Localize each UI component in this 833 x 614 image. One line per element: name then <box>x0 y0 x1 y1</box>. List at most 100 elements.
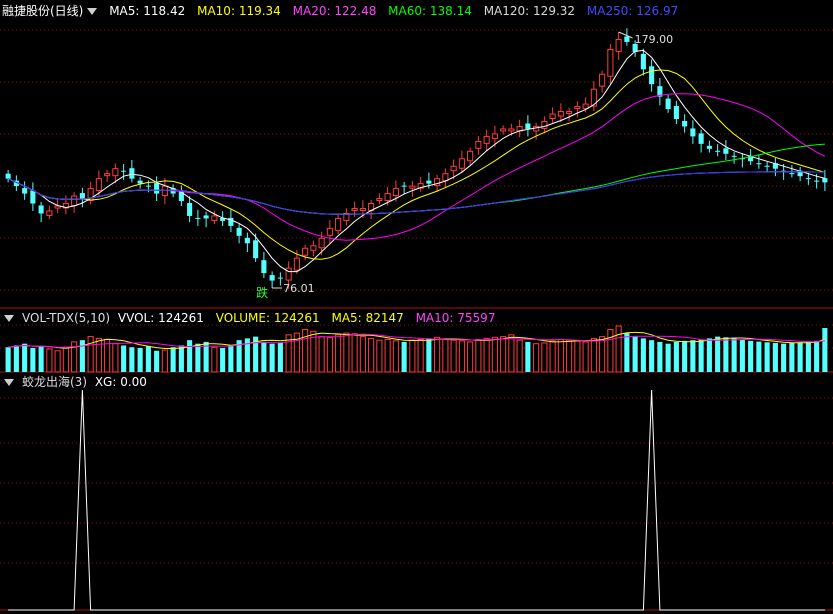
volume-bar <box>5 347 11 372</box>
candle-body <box>154 183 160 194</box>
candle-body <box>715 150 721 152</box>
dropdown-triangle-icon[interactable] <box>4 379 14 386</box>
volume-bar <box>409 339 416 373</box>
stock-chart[interactable]: 179.00 76.01 跌 <box>0 0 833 614</box>
candle-body <box>615 38 622 52</box>
candle-body <box>566 111 573 115</box>
volume-bar <box>277 342 283 372</box>
volume-bar <box>261 341 267 372</box>
volume-bar <box>822 328 828 372</box>
volume-bar <box>137 347 143 372</box>
volume-bar <box>195 343 201 372</box>
candle-body <box>253 240 259 259</box>
candle-body <box>310 245 317 251</box>
stock-name: 融捷股份(日线) <box>2 4 84 18</box>
candle-body <box>458 158 465 169</box>
volume-bar <box>657 341 663 372</box>
candle-body <box>104 173 111 177</box>
volume-bar <box>220 347 226 372</box>
volume-bar <box>772 342 778 372</box>
candle-body <box>38 205 44 214</box>
candle-body <box>261 260 267 274</box>
vol-ma10-readout: MA10: 75597 <box>415 311 496 325</box>
candle-body <box>673 106 679 119</box>
volume-panel-header: VOL-TDX(5,10) VVOL: 124261 VOLUME: 12426… <box>2 310 503 326</box>
ma60-line <box>7 143 825 215</box>
candle-body <box>434 178 441 187</box>
candle-body <box>649 66 655 85</box>
volume-bar <box>87 336 94 373</box>
volume-bar <box>698 339 704 372</box>
candle-body <box>318 237 325 249</box>
price-panel-header: 融捷股份(日线) MA5: 118.42 MA10: 119.34 MA20: … <box>2 3 686 19</box>
volume-bar <box>318 336 325 373</box>
candle-body <box>607 48 614 77</box>
volume-bar <box>615 325 622 373</box>
candle-body <box>293 257 300 271</box>
volume-bar <box>500 336 507 373</box>
candle-body <box>112 168 119 177</box>
volume-bar <box>590 337 597 373</box>
volume-bar <box>706 338 712 372</box>
volume-bar <box>170 347 176 372</box>
candle-body <box>203 215 209 219</box>
volume-bar <box>384 338 391 373</box>
volume-bar <box>343 332 350 373</box>
xg-signal-line <box>8 389 825 611</box>
candle-body <box>508 128 515 132</box>
volume-bar <box>38 346 44 372</box>
volume-bar <box>607 329 614 373</box>
volume-bar <box>516 339 523 373</box>
volume-bar <box>376 339 383 373</box>
candle-body <box>129 168 135 179</box>
candle-body <box>442 173 449 182</box>
volume-bar <box>814 340 820 372</box>
volume-bar <box>665 343 671 372</box>
candle-body <box>805 178 811 180</box>
dropdown-triangle-icon[interactable] <box>87 8 98 15</box>
candle-body <box>244 237 250 244</box>
candle-body <box>46 210 53 216</box>
volume-bar <box>624 333 630 372</box>
volume-bar <box>797 342 803 372</box>
ma20-line <box>7 93 826 241</box>
candle-body <box>137 180 143 184</box>
xg-readout: XG: 0.00 <box>94 375 147 389</box>
volume-bar <box>458 340 465 373</box>
candle-body <box>574 106 581 110</box>
volume-bar <box>426 338 432 372</box>
candle-body <box>599 73 606 87</box>
candle-body <box>277 277 283 279</box>
volume-bar <box>789 342 795 372</box>
candle-body <box>814 180 820 182</box>
volume-bar <box>525 341 531 372</box>
candle-body <box>392 188 399 197</box>
volume-bar <box>121 345 127 372</box>
volume-bar <box>154 350 160 372</box>
candle-body <box>450 165 457 172</box>
ma250-readout: MA250: 126.97 <box>586 4 679 18</box>
volume-bar <box>392 340 399 373</box>
volume-bar <box>178 345 184 372</box>
candle-body <box>187 203 193 216</box>
candle-body <box>401 185 407 187</box>
volume-bar <box>599 336 606 373</box>
candle-body <box>500 128 507 132</box>
volume-bar <box>739 339 745 372</box>
candle-body <box>731 155 737 157</box>
candle-body <box>582 103 589 110</box>
candle-body <box>549 113 556 120</box>
volume-bar <box>211 346 218 373</box>
candle-body <box>706 145 712 149</box>
vvol-readout: VVOL: 124261 <box>117 311 204 325</box>
candle-body <box>269 275 275 281</box>
volume-bar <box>95 337 102 373</box>
volume-bar <box>161 349 168 373</box>
candle-body <box>211 215 218 221</box>
ma10-readout: MA10: 119.34 <box>197 4 281 18</box>
volume-bar <box>582 341 589 373</box>
candle-body <box>426 180 432 184</box>
candle-body <box>640 53 646 70</box>
dropdown-triangle-icon[interactable] <box>4 315 14 322</box>
volume-bar <box>22 343 28 372</box>
